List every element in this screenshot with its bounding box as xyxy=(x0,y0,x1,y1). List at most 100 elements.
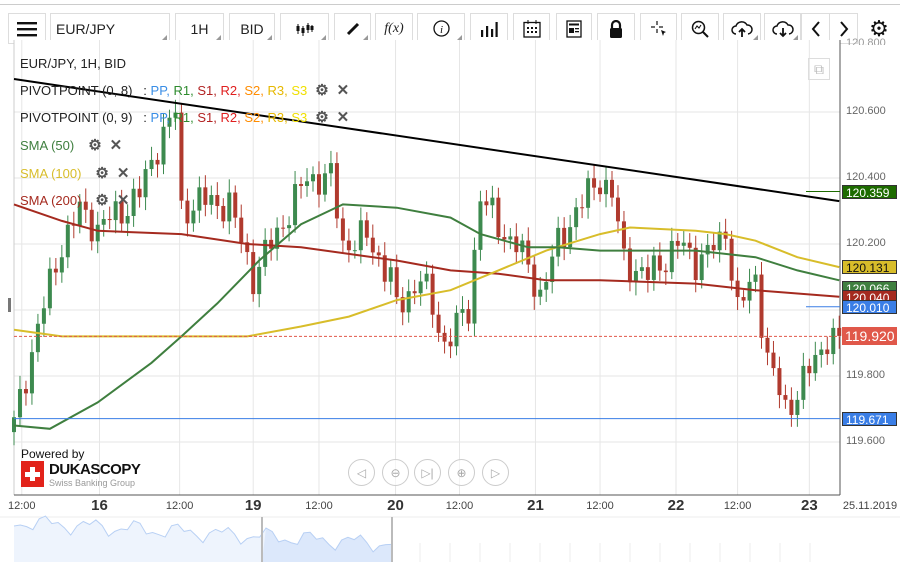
time-tick-label: 12:00 xyxy=(8,500,36,512)
r2-label: R2, xyxy=(220,109,241,125)
price-tick-label: 119.600 xyxy=(846,435,885,447)
candle-body xyxy=(388,267,393,282)
candle-body xyxy=(466,309,471,324)
candle xyxy=(472,237,477,337)
candle-body xyxy=(358,220,363,251)
candle-body xyxy=(269,239,274,249)
candle-body xyxy=(448,341,453,347)
candle-body xyxy=(442,332,447,342)
indicator-name: PIVOTPOINT (0, 9) xyxy=(20,109,133,125)
gear-icon[interactable]: ⚙ xyxy=(315,81,328,99)
candle-body xyxy=(592,178,597,188)
candle-body xyxy=(615,197,620,222)
candle-body xyxy=(639,267,644,271)
zoom-out-icon: ⊖ xyxy=(390,465,401,480)
candle-body xyxy=(580,207,585,209)
candle-body xyxy=(693,247,698,281)
time-tick-label: 12:00 xyxy=(445,500,474,512)
candle-body xyxy=(125,215,130,224)
candle-body xyxy=(316,174,321,195)
chart-title: EUR/JPY, 1H, BID xyxy=(20,56,126,71)
candle-body xyxy=(137,188,142,198)
candle-body xyxy=(394,267,399,298)
pp-label: PP, xyxy=(150,82,170,98)
candle-body xyxy=(299,184,304,186)
price-tick-label: 120.400 xyxy=(846,171,886,183)
sep: : xyxy=(143,109,147,125)
time-tick-label: 21 xyxy=(527,497,544,514)
candle-body xyxy=(406,291,411,313)
r1-label: R1, xyxy=(173,82,194,98)
candle-body xyxy=(837,327,842,336)
candle-body xyxy=(621,221,626,249)
candle-body xyxy=(436,314,441,333)
triangle-right-icon: ▷ xyxy=(490,465,501,480)
candle-body xyxy=(508,236,513,240)
price-level-label: 120.131 xyxy=(842,259,897,275)
candle-body xyxy=(352,250,357,252)
candle-body xyxy=(813,354,818,374)
gear-icon[interactable]: ⚙ xyxy=(95,191,108,209)
pan-right-button[interactable]: ▷ xyxy=(482,459,509,486)
close-icon[interactable]: ✕ xyxy=(110,136,123,154)
candle-body xyxy=(322,173,327,195)
time-tick-label: 12:00 xyxy=(305,500,333,512)
candle-body xyxy=(651,255,656,280)
navigator-selection xyxy=(262,527,392,562)
close-icon[interactable]: ✕ xyxy=(337,108,350,126)
gear-icon[interactable]: ⚙ xyxy=(88,136,101,154)
price-level-label: 120.010 xyxy=(842,299,897,315)
go-to-latest-button[interactable]: ▷| xyxy=(414,459,441,486)
candle-body xyxy=(95,224,100,242)
candle-body xyxy=(215,195,220,206)
candle-body xyxy=(328,163,333,174)
legend-pivot-2: PIVOTPOINT (0, 9) : PP, R1, S1, R2, S2, … xyxy=(20,108,349,126)
gear-icon[interactable]: ⚙ xyxy=(95,164,108,182)
candle-body xyxy=(340,218,345,241)
zoom-out-button[interactable]: ⊖ xyxy=(382,459,409,486)
pp-label: PP, xyxy=(150,109,170,125)
price-tick-label: 119.800 xyxy=(846,369,885,381)
close-icon[interactable]: ✕ xyxy=(117,191,130,209)
close-icon[interactable]: ✕ xyxy=(337,81,350,99)
candle-body xyxy=(831,327,836,355)
candle-body xyxy=(550,256,555,283)
candle-body xyxy=(741,297,746,301)
candle-body xyxy=(23,389,28,394)
candle-body xyxy=(747,281,752,301)
popout-button[interactable]: ⧉ xyxy=(808,58,830,80)
candle-body xyxy=(556,227,561,257)
indicator-name: SMA (200) xyxy=(20,192,82,208)
candle-body xyxy=(287,225,292,229)
price-level-label: 119.671 xyxy=(842,411,897,427)
candle-body xyxy=(221,205,226,222)
candle-body xyxy=(131,188,136,216)
candle-body xyxy=(346,240,351,251)
gear-icon[interactable]: ⚙ xyxy=(315,108,328,126)
candle-body xyxy=(460,309,465,313)
candle-body xyxy=(293,184,298,226)
candle-body xyxy=(197,187,202,211)
candle-body xyxy=(544,282,549,290)
powered-by-text: Powered by xyxy=(21,447,85,461)
time-tick-label: 19 xyxy=(244,497,262,514)
s1-label: S1, xyxy=(197,82,217,98)
candle-body xyxy=(107,218,112,221)
candle-body xyxy=(424,273,429,282)
candle-body xyxy=(47,268,52,309)
candle-body xyxy=(532,264,537,297)
candle-body xyxy=(574,207,579,228)
s2-label: S2, xyxy=(244,109,264,125)
navigator-handle-left[interactable] xyxy=(261,517,263,562)
pan-left-button[interactable]: ◁ xyxy=(348,459,375,486)
candle-body xyxy=(789,399,794,415)
zoom-in-button[interactable]: ⊕ xyxy=(448,459,475,486)
navigator-handle-right[interactable] xyxy=(391,517,393,562)
candle-body xyxy=(101,218,106,225)
candle-body xyxy=(334,163,339,219)
candle-body xyxy=(669,240,674,273)
chart-title-text: EUR/JPY, 1H, BID xyxy=(20,56,126,71)
time-tick-label: 12:00 xyxy=(165,500,194,512)
candle-body xyxy=(41,308,46,324)
close-icon[interactable]: ✕ xyxy=(117,164,130,182)
